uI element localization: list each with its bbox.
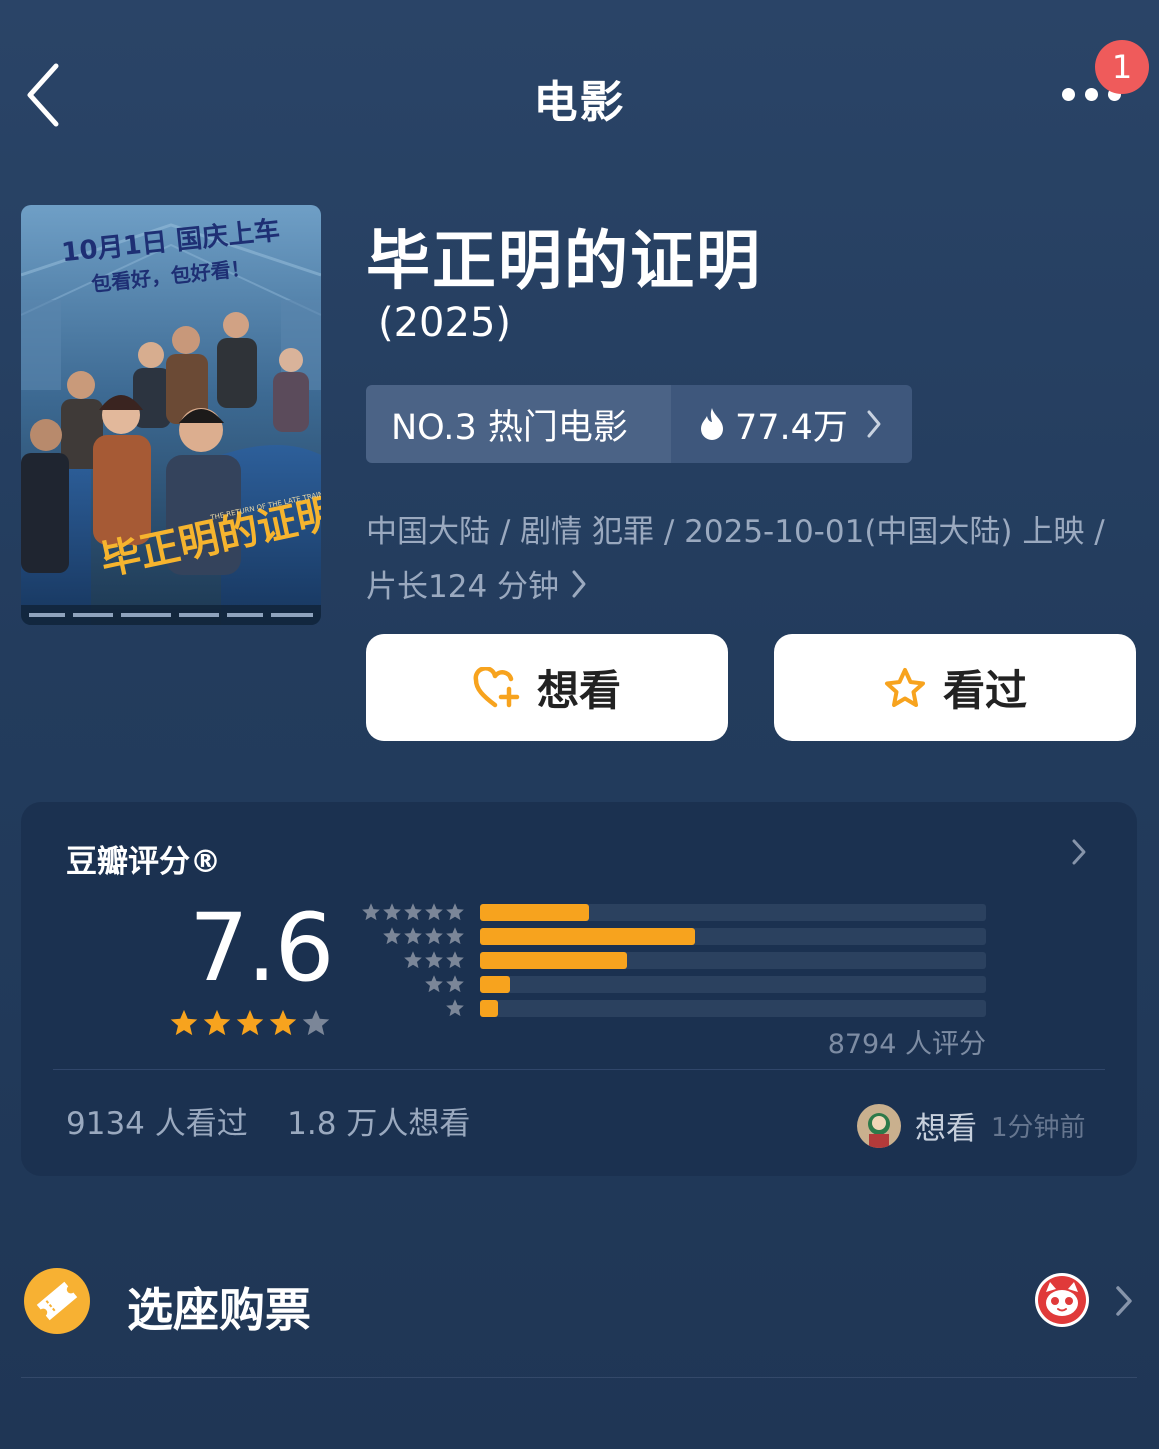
rating-bar-track <box>480 1000 986 1017</box>
star-small-icon <box>446 975 464 993</box>
page-title: 电影 <box>533 77 626 128</box>
notification-badge: 1 <box>1095 40 1149 94</box>
rating-bar-stars <box>359 926 465 946</box>
rating-bar-stars <box>359 998 465 1018</box>
rating-count: 8794 人评分 <box>827 1029 986 1060</box>
rating-bar-track <box>480 952 986 969</box>
movie-duration-link[interactable]: 片长124 分钟 <box>366 561 587 606</box>
more-dots-icon <box>1062 88 1075 101</box>
divider <box>21 1377 1137 1378</box>
star-small-icon <box>383 927 401 945</box>
star-empty-icon <box>302 1009 330 1036</box>
divider <box>53 1069 1105 1070</box>
star-small-icon <box>404 927 422 945</box>
chevron-right-icon <box>867 410 881 438</box>
rating-bar-fill <box>480 952 627 969</box>
rating-title: 豆瓣评分® <box>66 844 221 880</box>
watch-stats: 9134 人看过 1.8 万人想看 <box>66 1106 471 1142</box>
buy-ticket-row[interactable]: 选座购票 <box>0 1245 1159 1357</box>
star-small-icon <box>446 999 464 1017</box>
rating-bar-stars <box>359 974 465 994</box>
friend-activity[interactable]: 想看 1分钟前 <box>857 1103 1086 1148</box>
rank-bar: NO.3 热门电影 77.4万 <box>366 385 912 463</box>
heart-plus-icon <box>473 666 520 707</box>
rating-bar-track <box>480 904 986 921</box>
rating-bar-fill <box>480 1000 498 1017</box>
chevron-right-icon <box>572 570 586 597</box>
movie-meta-info: 中国大陆 / 剧情 犯罪 / 2025-10-01(中国大陆) 上映 / <box>366 514 1105 550</box>
rating-bar-row <box>359 974 986 994</box>
star-small-icon <box>383 903 401 921</box>
star-small-icon <box>404 903 422 921</box>
rating-bar-track <box>480 928 986 945</box>
rating-bar-row <box>359 926 986 946</box>
star-small-icon <box>425 975 443 993</box>
rating-bar-row <box>359 998 986 1018</box>
flame-icon <box>701 408 723 440</box>
rating-bar-row <box>359 950 986 970</box>
movie-year: (2025) <box>378 300 512 346</box>
avatar <box>857 1103 901 1148</box>
rating-detail-button[interactable] <box>1071 838 1087 870</box>
rating-bar-row <box>359 902 986 922</box>
star-small-icon <box>425 951 443 969</box>
rating-bar-fill <box>480 976 511 993</box>
star-small-icon <box>362 903 380 921</box>
star-small-icon <box>446 927 464 945</box>
rating-bar-fill <box>480 904 589 921</box>
rating-stars <box>169 1008 334 1038</box>
star-small-icon <box>404 951 422 969</box>
star-filled-icon <box>170 1009 198 1036</box>
rating-bar-stars <box>359 950 465 970</box>
watched-label: 看过 <box>942 666 1027 715</box>
want-to-watch-button[interactable]: 想看 <box>366 634 728 741</box>
star-filled-icon <box>203 1009 231 1036</box>
heat-value: 77.4万 <box>735 407 848 448</box>
rating-bar-fill <box>480 928 696 945</box>
watched-button[interactable]: 看过 <box>774 634 1136 741</box>
want-to-watch-label: 想看 <box>536 666 621 715</box>
rating-score: 7.6 <box>189 894 334 1003</box>
star-small-icon <box>446 903 464 921</box>
rating-bar-track <box>480 976 986 993</box>
movie-duration: 片长124 分钟 <box>366 569 560 605</box>
activity-time: 1分钟前 <box>991 1113 1086 1143</box>
movie-poster[interactable]: 10月1日 国庆上车 包看好，包好看！ 毕正明的证明 THE RETURN OF… <box>21 205 321 625</box>
star-small-icon <box>425 903 443 921</box>
chevron-right-icon <box>1115 1285 1133 1321</box>
movie-title: 毕正明的证明 <box>366 225 762 299</box>
chevron-right-icon <box>1072 839 1086 865</box>
star-small-icon <box>446 951 464 969</box>
heat-badge[interactable]: 77.4万 <box>671 385 912 463</box>
more-dot <box>1085 88 1098 101</box>
ticket-icon <box>23 1267 91 1339</box>
rating-bar-stars <box>359 902 465 922</box>
douban-rating-card[interactable]: 豆瓣评分® 7.6 8794 人评分 9134 人看过 1.8 万人想看 想看 … <box>21 802 1137 1176</box>
activity-label: 想看 <box>915 1111 977 1147</box>
rank-badge[interactable]: NO.3 热门电影 <box>366 385 671 463</box>
star-outline-icon <box>884 667 925 707</box>
star-filled-icon <box>269 1009 297 1036</box>
rank-label: NO.3 热门电影 <box>391 407 628 448</box>
star-small-icon <box>425 927 443 945</box>
maoyan-cat-icon <box>1034 1272 1090 1332</box>
buy-ticket-label: 选座购票 <box>127 1283 311 1337</box>
star-filled-icon <box>236 1009 264 1036</box>
